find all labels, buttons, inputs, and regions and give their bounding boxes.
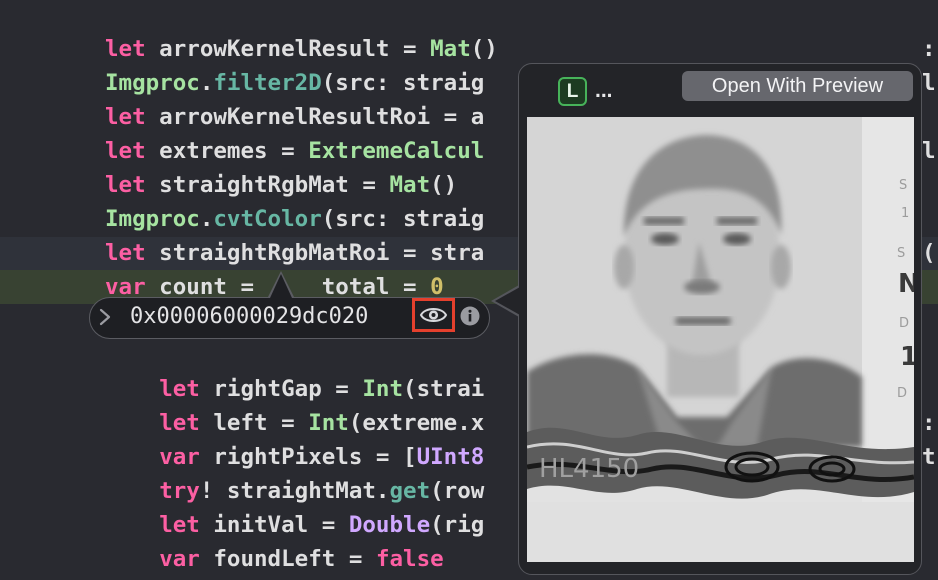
code-token: . (199, 206, 214, 232)
svg-text:D: D (899, 316, 909, 331)
code-token: let (159, 376, 200, 402)
code-token: () (430, 172, 458, 198)
code-token: Double (348, 512, 431, 538)
code-token: straightRgbMatRoi = stra (145, 240, 485, 266)
svg-text:D: D (897, 386, 907, 401)
pointer-value: 0x00006000029dc020 (130, 304, 369, 329)
code-token: Int (362, 376, 404, 402)
code-token: let (105, 138, 146, 164)
code-token: (rig (430, 512, 485, 538)
code-token: ExtremeCalcul (308, 138, 485, 164)
code-token: UInt8 (416, 444, 485, 470)
code-token: Mat (430, 36, 471, 62)
code-token: Mat (389, 172, 431, 198)
code-line[interactable]: let arrowKernelResult = Mat() (105, 32, 498, 66)
code-token: arrowKernelResultRoi = a (145, 104, 485, 130)
svg-text:N: N (898, 269, 914, 299)
code-token: arrowKernelResult = (145, 36, 431, 62)
svg-text:S: S (899, 178, 907, 193)
code-line[interactable]: let straightRgbMat = Mat() (105, 168, 457, 202)
code-token: let (159, 512, 200, 538)
code-line[interactable]: let left = Int(extreme.x (105, 406, 484, 440)
svg-text:1: 1 (901, 206, 909, 221)
code-token: (src: straig (321, 70, 485, 96)
variable-name-label: ... (595, 79, 613, 102)
code-token: false (375, 546, 444, 572)
svg-text:S: S (897, 246, 905, 261)
code-token: let (105, 36, 146, 62)
code-line[interactable]: var rightPixels = [UInt8 (105, 440, 484, 474)
code-token: cvtColor (213, 206, 322, 232)
code-token: straightRgbMat = (145, 172, 390, 198)
quick-look-button[interactable] (412, 298, 455, 332)
code-fragment: : (922, 36, 936, 62)
code-line[interactable]: let initVal = Double(rig (105, 508, 484, 542)
code-token: left = (199, 410, 309, 436)
code-token: var (159, 444, 200, 470)
code-token: get (389, 478, 431, 504)
code-token: (extreme.x (348, 410, 485, 436)
code-token: rightGap = (199, 376, 363, 402)
code-token: var (159, 546, 200, 572)
grayscale-portrait-photo: S 1 S D D N 1 HL4150 (527, 117, 914, 562)
code-token: Imgproc (105, 206, 200, 232)
svg-text:1: 1 (900, 342, 914, 372)
code-token: (src: straig (321, 206, 485, 232)
code-token: let (105, 172, 146, 198)
code-line[interactable]: let rightGap = Int(strai (105, 372, 484, 406)
code-line[interactable]: let straightRgbMatRoi = stra (105, 236, 484, 270)
bubble-notch-fill (270, 274, 292, 298)
code-token: (strai (403, 376, 485, 402)
code-token: ! straightMat. (199, 478, 390, 504)
code-token: Int (308, 410, 349, 436)
code-line[interactable]: Imgproc.cvtColor(src: straig (105, 202, 484, 236)
popover-arrow-fill (495, 287, 520, 315)
code-token: initVal = (199, 512, 349, 538)
variable-type-badge: L (558, 77, 587, 106)
code-fragment: : (922, 410, 936, 436)
code-fragment: ( (922, 240, 936, 266)
preview-image: S 1 S D D N 1 HL4150 (527, 117, 914, 562)
eye-icon (419, 308, 448, 322)
code-token: filter2D (213, 70, 322, 96)
code-line[interactable]: let arrowKernelResultRoi = a (105, 100, 484, 134)
svg-text:HL4150: HL4150 (539, 454, 639, 484)
code-token: try (159, 478, 200, 504)
open-with-preview-button[interactable]: Open With Preview (682, 71, 913, 101)
code-token: extremes = (145, 138, 309, 164)
code-token: let (105, 104, 146, 130)
code-line[interactable]: try! straightMat.get(row (105, 474, 484, 508)
code-fragment: l (922, 138, 936, 164)
code-fragment: t (922, 444, 936, 470)
code-token: rightPixels = [ (199, 444, 417, 470)
code-token: foundLeft = (199, 546, 376, 572)
code-line[interactable]: let extremes = ExtremeCalcul (105, 134, 484, 168)
code-token: let (159, 410, 200, 436)
code-token: . (199, 70, 214, 96)
code-line[interactable]: Imgproc.filter2D(src: straig (105, 66, 484, 100)
code-line[interactable]: var foundLeft = false (105, 542, 444, 576)
info-circle-icon[interactable] (460, 306, 480, 326)
code-token: () (470, 36, 498, 62)
code-token: let (105, 240, 146, 266)
code-token: Imgproc (105, 70, 200, 96)
code-fragment: l (922, 70, 936, 96)
code-token: (row (430, 478, 485, 504)
chevron-right-icon[interactable] (96, 306, 114, 328)
